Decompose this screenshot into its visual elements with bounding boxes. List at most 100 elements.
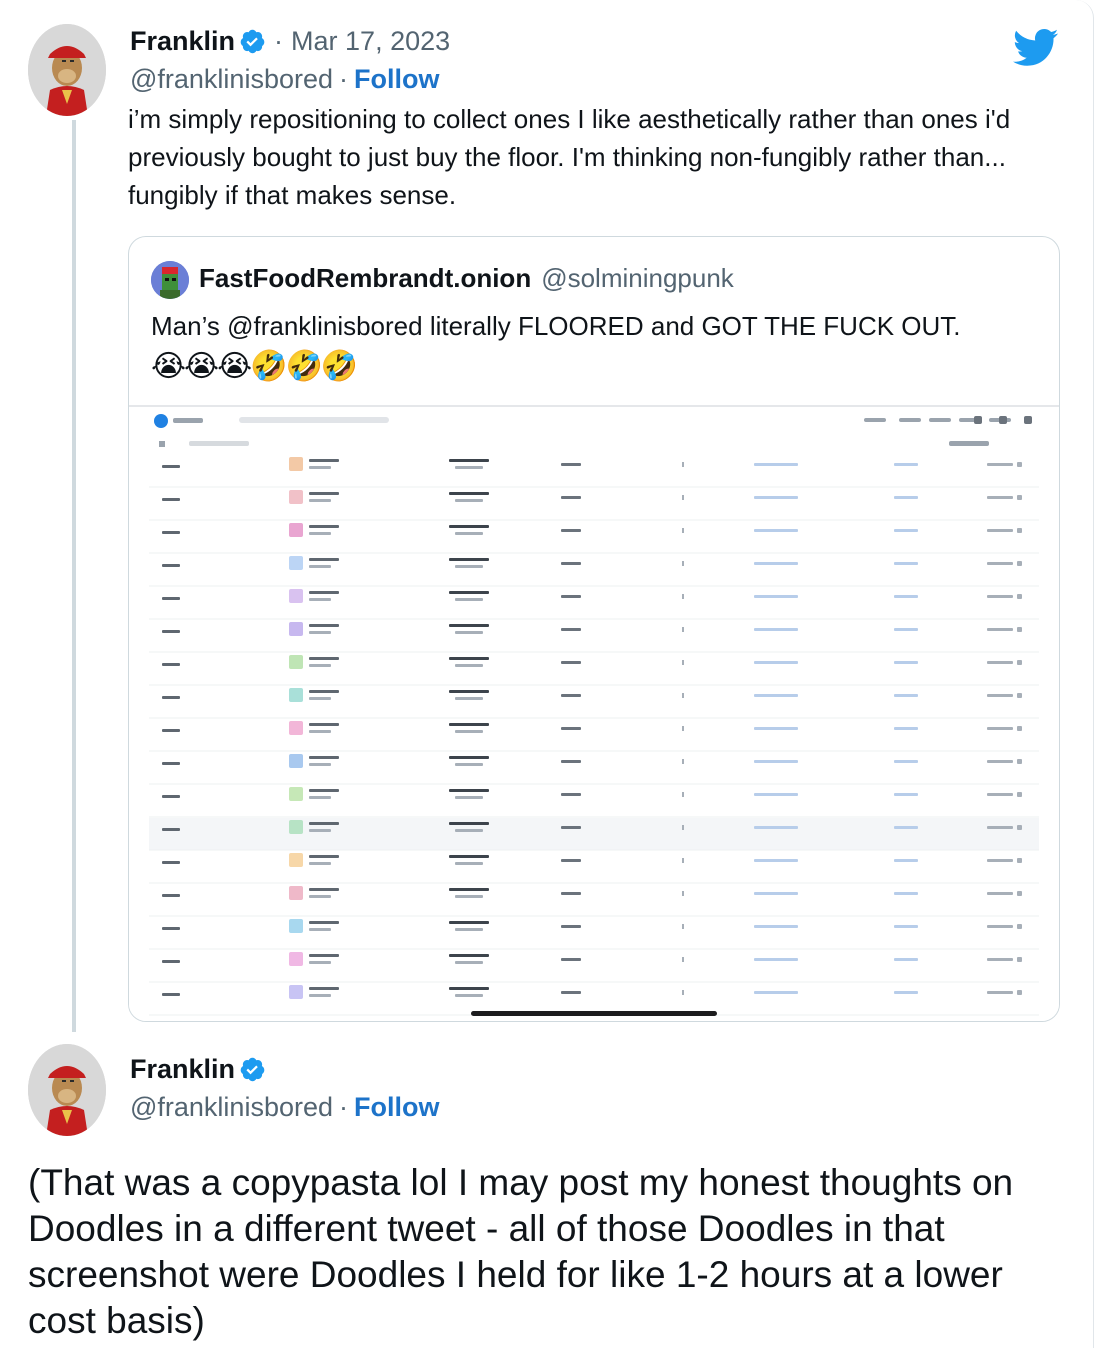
- twitter-bird-icon[interactable]: [1013, 28, 1059, 68]
- quoted-tweet-card[interactable]: FastFoodRembrandt.onion @solminingpunk M…: [128, 236, 1060, 1022]
- blurred-text: [455, 664, 483, 667]
- external-link-icon: [1017, 891, 1022, 896]
- blurred-text: [682, 726, 684, 731]
- blurred-text: [682, 891, 684, 896]
- nft-thumbnail: [289, 490, 303, 504]
- blurred-text: [682, 990, 684, 995]
- blurred-link: [754, 562, 798, 565]
- blurred-link: [754, 628, 798, 631]
- blurred-text: [449, 657, 489, 660]
- blurred-text: [455, 862, 483, 865]
- blurred-text: [987, 760, 1013, 763]
- nft-thumbnail: [289, 688, 303, 702]
- highlighted-row: [149, 818, 1039, 850]
- blurred-link: [894, 529, 918, 532]
- author-display-name[interactable]: Franklin: [130, 26, 235, 57]
- blurred-text: [455, 565, 483, 568]
- header-icon: [974, 416, 982, 424]
- external-link-icon: [1017, 495, 1022, 500]
- blurred-text: [561, 892, 581, 895]
- blurred-text: [162, 861, 180, 864]
- avatar[interactable]: [28, 1044, 106, 1136]
- blurred-text: [449, 888, 489, 891]
- blurred-text: [309, 954, 339, 957]
- blurred-link: [894, 595, 918, 598]
- blurred-link: [894, 628, 918, 631]
- blurred-text: [309, 532, 331, 535]
- blurred-link: [754, 859, 798, 862]
- blurred-link: [894, 826, 918, 829]
- blurred-text: [162, 663, 180, 666]
- blurred-text: [309, 525, 339, 528]
- tweet-body-text: (That was a copypasta lol I may post my …: [28, 1162, 1014, 1341]
- blurred-text: [987, 892, 1013, 895]
- separator-dot: ·: [339, 64, 349, 94]
- author-handle[interactable]: @franklinisbored: [130, 1092, 333, 1123]
- blurred-text: [449, 987, 489, 990]
- tweet-date[interactable]: Mar 17, 2023: [291, 26, 450, 57]
- blurred-text: [682, 693, 684, 698]
- blurred-link: [894, 892, 918, 895]
- avatar[interactable]: [28, 24, 106, 116]
- quoted-display-name[interactable]: FastFoodRembrandt.onion: [199, 263, 531, 294]
- author-display-name[interactable]: Franklin: [130, 1054, 235, 1085]
- blurred-text: [561, 661, 581, 664]
- blurred-text: [455, 598, 483, 601]
- blurred-text: [449, 558, 489, 561]
- external-link-icon: [1017, 594, 1022, 599]
- marketplace-logo-icon: [154, 414, 168, 428]
- author-handle[interactable]: @franklinisbored: [130, 64, 333, 95]
- blurred-text: [987, 661, 1013, 664]
- nft-thumbnail: [289, 457, 303, 471]
- blurred-text: [173, 418, 203, 423]
- blurred-text: [309, 855, 339, 858]
- blurred-text: [189, 441, 249, 446]
- external-link-icon: [1017, 693, 1022, 698]
- blurred-text: [561, 694, 581, 697]
- blurred-link: [894, 760, 918, 763]
- blurred-link: [894, 496, 918, 499]
- follow-button[interactable]: Follow: [354, 1092, 439, 1123]
- blurred-text: [309, 796, 331, 799]
- tweet-author-row: Franklin: [130, 1054, 266, 1085]
- blurred-text: [449, 789, 489, 792]
- follow-button[interactable]: Follow: [354, 64, 439, 95]
- blurred-text: [682, 561, 684, 566]
- blurred-text: [987, 727, 1013, 730]
- blurred-text: [561, 991, 581, 994]
- blurred-link: [754, 529, 798, 532]
- blurred-text: [309, 459, 339, 462]
- blurred-text: [682, 462, 684, 467]
- quoted-tweet-text: Man’s @franklinisbored literally FLOORED…: [151, 311, 961, 341]
- external-link-icon: [1017, 858, 1022, 863]
- blurred-text: [682, 660, 684, 665]
- quoted-handle[interactable]: @solminingpunk: [541, 263, 734, 294]
- blurred-text: [309, 895, 331, 898]
- blurred-text: [561, 826, 581, 829]
- nft-thumbnail: [289, 886, 303, 900]
- header-icon: [999, 416, 1007, 424]
- blurred-text: [309, 690, 339, 693]
- blurred-text: [449, 459, 489, 462]
- blurred-text: [449, 591, 489, 594]
- blurred-text: [682, 759, 684, 764]
- blurred-link: [754, 958, 798, 961]
- external-link-icon: [1017, 627, 1022, 632]
- blurred-text: [561, 628, 581, 631]
- blurred-text: [309, 466, 331, 469]
- blurred-text: [449, 756, 489, 759]
- blurred-text: [309, 822, 339, 825]
- blurred-text: [561, 529, 581, 532]
- blurred-text: [162, 564, 180, 567]
- nft-thumbnail: [289, 952, 303, 966]
- attached-screenshot-image[interactable]: [129, 405, 1059, 1021]
- external-link-icon: [1017, 759, 1022, 764]
- nft-thumbnail: [289, 985, 303, 999]
- blurred-text: [309, 657, 339, 660]
- blurred-text: [455, 532, 483, 535]
- external-link-icon: [1017, 462, 1022, 467]
- blurred-link: [754, 793, 798, 796]
- avatar[interactable]: [151, 261, 189, 299]
- blurred-text: [561, 595, 581, 598]
- blurred-text: [309, 591, 339, 594]
